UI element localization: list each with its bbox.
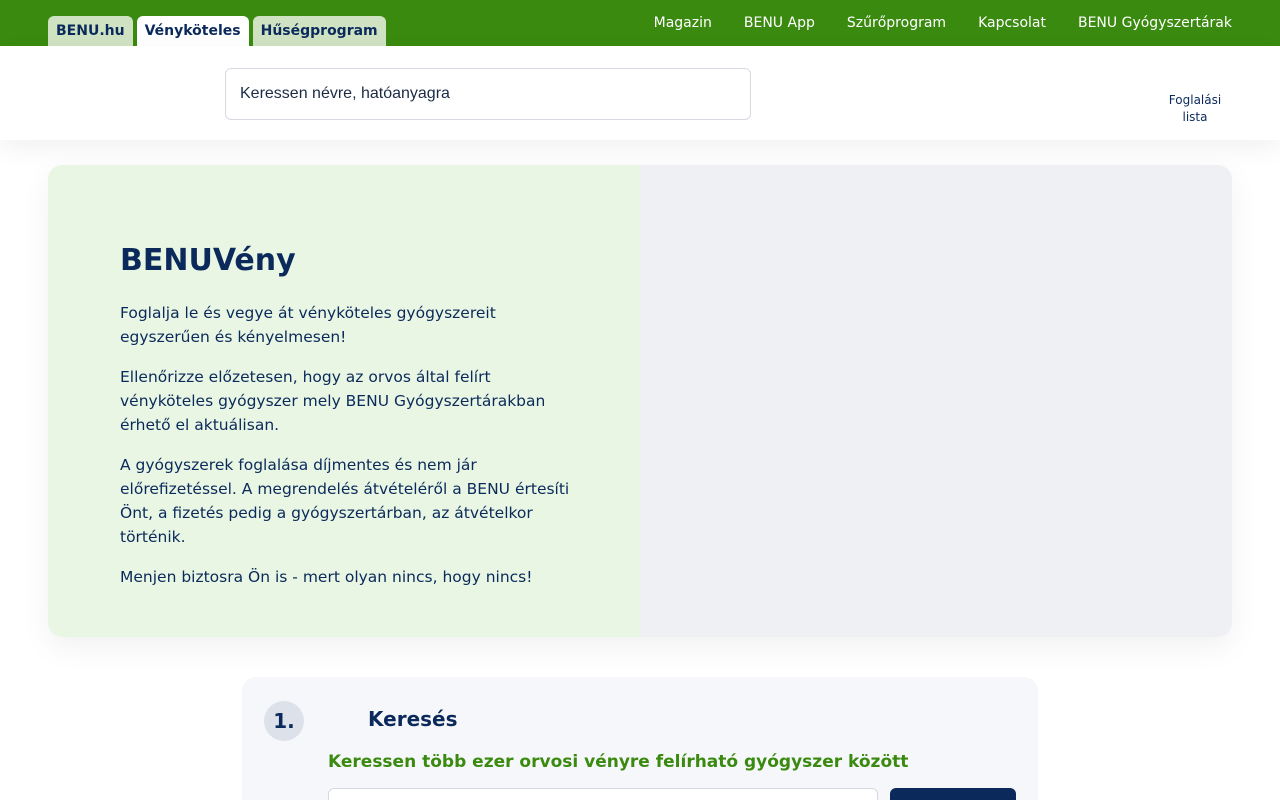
hero-card: BENUVény Foglalja le és vegye át vényköt… xyxy=(48,165,1232,637)
step-search-card: 1. Keresés Keressen több ezer orvosi vén… xyxy=(242,677,1038,800)
booking-list-label-line2: lista xyxy=(1182,110,1208,124)
step-search-button[interactable] xyxy=(890,788,1016,800)
tab-venykoteles[interactable]: Vényköteles xyxy=(136,16,249,46)
site-tabs: BENU.hu Vényköteles Hűségprogram xyxy=(48,16,386,46)
booking-list-label-line1: Foglalási xyxy=(1168,93,1222,107)
hero-text-panel: BENUVény Foglalja le és vegye át vényköt… xyxy=(48,165,640,637)
link-benu-app[interactable]: BENU App xyxy=(744,15,815,31)
hero-title: BENUVény xyxy=(120,243,296,278)
tab-husegprogram[interactable]: Hűségprogram xyxy=(252,16,386,46)
link-magazin[interactable]: Magazin xyxy=(654,15,712,31)
site-header: Foglalási lista xyxy=(0,46,1280,140)
hero-paragraph: Foglalja le és vegye át vényköteles gyóg… xyxy=(120,304,496,346)
booking-list-link[interactable]: Foglalási lista xyxy=(1155,92,1235,126)
step-search-input[interactable] xyxy=(328,788,878,800)
link-kapcsolat[interactable]: Kapcsolat xyxy=(978,15,1046,31)
top-links: Magazin BENU App Szűrőprogram Kapcsolat … xyxy=(654,0,1232,46)
hero-paragraph: A gyógyszerek foglalása díjmentes és nem… xyxy=(120,456,570,546)
tab-benu-hu[interactable]: BENU.hu xyxy=(48,16,133,46)
hero-paragraph: Ellenőrizze előzetesen, hogy az orvos ál… xyxy=(120,368,546,434)
step-number-badge: 1. xyxy=(264,701,304,741)
link-benu-gyogyszertarak[interactable]: BENU Gyógyszertárak xyxy=(1078,15,1232,31)
search-input[interactable] xyxy=(226,69,750,119)
step-title: Keresés xyxy=(368,707,458,731)
search-box[interactable] xyxy=(225,68,751,120)
hero-paragraph: Menjen biztosra Ön is - mert olyan nincs… xyxy=(120,568,533,586)
top-navigation-bar: BENU.hu Vényköteles Hűségprogram Magazin… xyxy=(0,0,1280,46)
step-subtitle: Keressen több ezer orvosi vényre felírha… xyxy=(328,752,909,772)
link-szuroprogram[interactable]: Szűrőprogram xyxy=(847,15,946,31)
hero-image-placeholder xyxy=(640,165,1232,637)
